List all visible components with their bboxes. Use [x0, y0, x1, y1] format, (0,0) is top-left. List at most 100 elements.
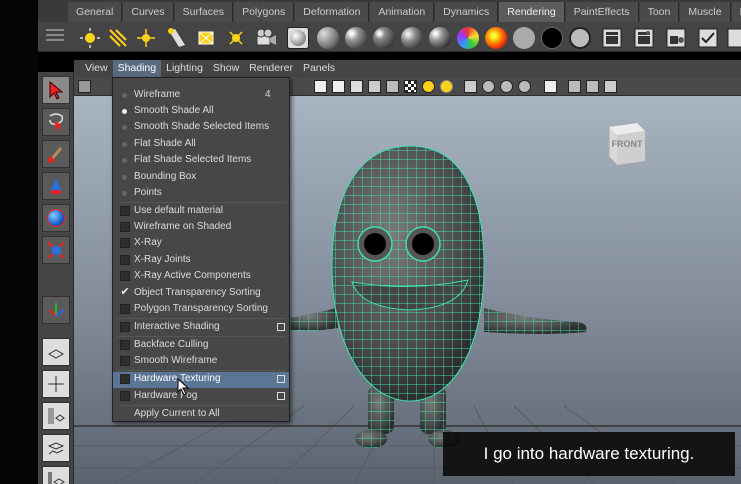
spot-light-icon[interactable]: [164, 26, 188, 50]
scale-tool-icon[interactable]: [42, 236, 70, 264]
phonge-shader-icon[interactable]: [400, 26, 424, 50]
all-lights-icon[interactable]: [440, 80, 453, 93]
xray-icon[interactable]: [568, 80, 581, 93]
tab-deformation[interactable]: Deformation: [295, 2, 370, 22]
menu-item-polygon-transparency-sorting[interactable]: Polygon Transparency Sorting: [113, 302, 289, 318]
layout-graph-icon[interactable]: [42, 434, 70, 462]
menu-item-flat-shade-all[interactable]: Flat Shade All: [113, 137, 289, 153]
menu-item-flat-shade-selected[interactable]: Flat Shade Selected Items: [113, 153, 289, 169]
smooth-shade-mode-icon[interactable]: [368, 80, 381, 93]
antialias-icon[interactable]: [518, 80, 531, 93]
ambient-occlusion-icon[interactable]: [482, 80, 495, 93]
tab-animation[interactable]: Animation: [370, 2, 435, 22]
menu-item-smooth-wireframe[interactable]: Smooth Wireframe: [113, 354, 289, 370]
view-cube[interactable]: FRONT: [603, 121, 649, 167]
phong-shader-icon[interactable]: [372, 26, 396, 50]
menu-item-xray-joints[interactable]: X-Ray Joints: [113, 253, 289, 269]
lasso-tool-icon[interactable]: [42, 108, 70, 136]
shadows-icon[interactable]: [464, 80, 477, 93]
hypershade-icon[interactable]: [696, 26, 720, 50]
rotate-tool-icon[interactable]: [42, 204, 70, 232]
render-clapper-icon[interactable]: [600, 26, 624, 50]
menu-item-backface-culling[interactable]: Backface Culling: [113, 338, 289, 354]
menu-item-hardware-fog[interactable]: Hardware Fog: [113, 389, 289, 405]
anisotropic-shader-icon[interactable]: [428, 26, 452, 50]
checkbox-icon: [120, 206, 130, 216]
render-view-icon[interactable]: [724, 26, 741, 50]
option-box-icon[interactable]: [277, 323, 285, 331]
tab-dynamics[interactable]: Dynamics: [435, 2, 499, 22]
menu-item-wireframe[interactable]: Wireframe 4: [113, 88, 289, 104]
film-gate-icon[interactable]: [332, 80, 345, 93]
radio-icon: [122, 93, 127, 98]
menu-item-apply-current-to-all[interactable]: Apply Current to All: [113, 407, 289, 423]
tab-muscle[interactable]: Muscle: [680, 2, 731, 22]
menu-item-smooth-shade-all[interactable]: Smooth Shade All: [113, 104, 289, 120]
area-light-icon[interactable]: [194, 26, 218, 50]
share-view-icon[interactable]: [604, 80, 617, 93]
ambient-light-icon[interactable]: [78, 26, 102, 50]
paint-select-tool-icon[interactable]: [42, 140, 70, 168]
tab-surfaces[interactable]: Surfaces: [174, 2, 234, 22]
render-settings-icon[interactable]: [664, 26, 688, 50]
menu-item-use-default-material[interactable]: Use default material: [113, 204, 289, 220]
move-tool-icon[interactable]: [42, 172, 70, 200]
isolate-select-icon[interactable]: [544, 80, 557, 93]
layout-single-icon[interactable]: [42, 338, 70, 366]
material-preview-icon[interactable]: [286, 26, 310, 50]
manipulator-tool-icon[interactable]: [42, 296, 70, 324]
select-tool-icon[interactable]: [42, 76, 70, 104]
tab-toon[interactable]: Toon: [639, 2, 680, 22]
menu-item-hardware-texturing[interactable]: Hardware Texturing: [113, 372, 289, 388]
menu-separator: [117, 202, 285, 203]
menu-item-bounding-box[interactable]: Bounding Box: [113, 170, 289, 186]
layout-four-icon[interactable]: [42, 370, 70, 398]
ramp-shader-icon[interactable]: [456, 26, 480, 50]
menu-item-points[interactable]: Points: [113, 186, 289, 202]
use-background-icon[interactable]: [540, 26, 564, 50]
tab-general[interactable]: General: [68, 2, 123, 22]
menu-item-object-transparency-sorting[interactable]: ✔ Object Transparency Sorting: [113, 286, 289, 302]
option-box-icon[interactable]: [277, 375, 285, 383]
blinn-shader-icon[interactable]: [344, 26, 368, 50]
directional-light-icon[interactable]: [106, 26, 130, 50]
menu-item-xray[interactable]: X-Ray: [113, 236, 289, 252]
volume-light-icon[interactable]: [224, 26, 248, 50]
tab-fluids[interactable]: Fluids: [731, 2, 741, 22]
point-light-icon[interactable]: [134, 26, 158, 50]
menu-item-wireframe-on-shaded[interactable]: Wireframe on Shaded: [113, 220, 289, 236]
menu-item-smooth-shade-selected[interactable]: Smooth Shade Selected Items: [113, 120, 289, 136]
menu-separator: [117, 318, 285, 319]
shaded-wireframe-icon[interactable]: [386, 80, 399, 93]
shelf-menu-icon[interactable]: [44, 26, 66, 48]
camera-select-icon[interactable]: [78, 80, 91, 93]
wireframe-mode-icon[interactable]: [350, 80, 363, 93]
default-lighting-icon[interactable]: [422, 80, 435, 93]
texture-mode-icon[interactable]: [404, 80, 417, 93]
shading-map-icon[interactable]: [568, 26, 592, 50]
motion-blur-icon[interactable]: [500, 80, 513, 93]
tab-polygons[interactable]: Polygons: [234, 2, 295, 22]
shading-menu: Wireframe 4 Smooth Shade All Smooth Shad…: [112, 77, 290, 422]
tab-rendering[interactable]: Rendering: [499, 2, 565, 22]
menu-item-interactive-shading[interactable]: Interactive Shading: [113, 320, 289, 336]
menu-shading[interactable]: Shading: [112, 60, 162, 77]
xray-joints-icon[interactable]: [586, 80, 599, 93]
layered-shader-icon[interactable]: [484, 26, 508, 50]
camera-icon[interactable]: [254, 26, 278, 50]
layout-outliner-icon[interactable]: [42, 402, 70, 430]
layout-hypershade-icon[interactable]: [42, 466, 70, 484]
tab-curves[interactable]: Curves: [123, 2, 174, 22]
menu-panels[interactable]: Panels: [298, 60, 340, 77]
option-box-icon[interactable]: [277, 392, 285, 400]
menu-lighting[interactable]: Lighting: [161, 60, 208, 77]
menu-renderer[interactable]: Renderer: [244, 60, 298, 77]
menu-view[interactable]: View: [80, 60, 113, 77]
lambert-shader-icon[interactable]: [316, 26, 340, 50]
surface-shader-icon[interactable]: [512, 26, 536, 50]
tab-painteffects[interactable]: PaintEffects: [565, 2, 639, 22]
grid-toggle-icon[interactable]: [314, 80, 327, 93]
menu-item-xray-active-components[interactable]: X-Ray Active Components: [113, 269, 289, 285]
ipr-render-icon[interactable]: [632, 26, 656, 50]
menu-show[interactable]: Show: [208, 60, 244, 77]
